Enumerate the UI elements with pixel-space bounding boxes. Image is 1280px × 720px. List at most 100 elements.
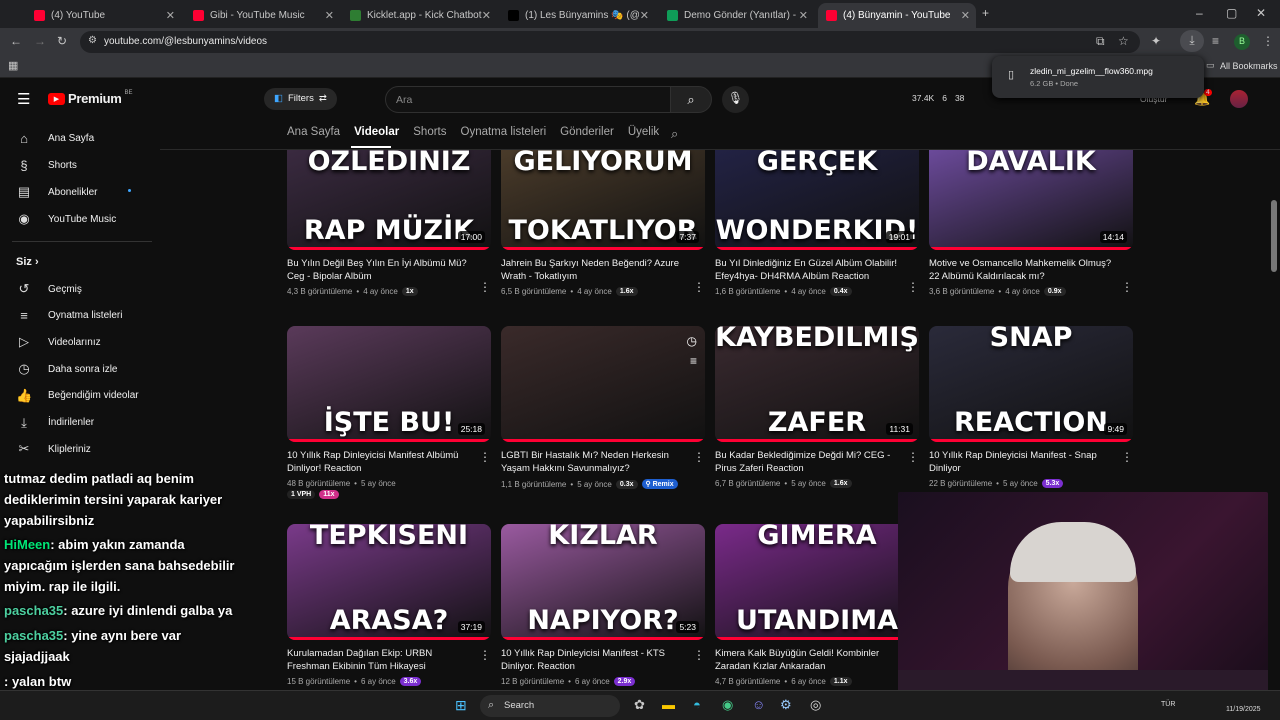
chrome-icon[interactable]: ◉ (722, 697, 733, 713)
tab-close-icon[interactable]: ✕ (166, 9, 175, 22)
discord-icon[interactable]: ☺ (752, 697, 765, 712)
browser-tab[interactable]: (4) Bünyamin - YouTube ✕ (818, 3, 976, 28)
sidebar-item[interactable]: ◷ Daha sonra izle (16, 361, 117, 377)
tab-close-icon[interactable]: ✕ (482, 9, 491, 22)
video-card[interactable]: GELİYORUM TOKATLIYOR 7:37 Jahrein Bu Şar… (501, 150, 705, 296)
site-info-icon[interactable]: ⚙ (88, 35, 97, 46)
channel-tab[interactable]: Ana Sayfa (287, 126, 340, 144)
video-thumbnail[interactable]: İŞTE BU! 25:18 (287, 326, 491, 442)
file-explorer-icon[interactable]: ▬ (662, 697, 675, 712)
minimize-icon[interactable]: – (1196, 6, 1203, 20)
steam-icon[interactable]: ⚙ (780, 697, 792, 713)
browser-tab[interactable]: (4) YouTube ✕ (26, 3, 181, 28)
more-actions-icon[interactable]: ⋮ (1121, 450, 1133, 464)
channel-tab[interactable]: Videolar (354, 126, 399, 144)
video-card[interactable]: SNAP REACTION 9:49 10 Yıllık Rap Dinleyi… (929, 326, 1133, 488)
video-thumbnail[interactable]: GİMERA UTANDIMA ◷≡ (715, 524, 919, 640)
channel-tab[interactable]: Üyelik (628, 126, 659, 144)
video-title[interactable]: 10 Yıllık Rap Dinleyicisi Manifest - Sna… (929, 449, 1115, 476)
channel-search-icon[interactable]: ⌕ (671, 126, 678, 142)
browser-tab[interactable]: Demo Gönder (Yanıtlar) - Goog✕ (659, 3, 814, 28)
taskbar-search[interactable]: ⌕ Search (480, 695, 620, 717)
apps-icon[interactable]: ▦ (8, 59, 18, 72)
search-icon[interactable]: ⌕ (670, 86, 712, 113)
filters-button[interactable]: ◧ Filters ⇄ (264, 88, 337, 110)
sidebar-item[interactable]: ⌂ Ana Sayfa (16, 131, 94, 146)
video-thumbnail[interactable]: DAVALIK 14:14 (929, 150, 1133, 250)
browser-tab[interactable]: Kicklet.app - Kick Chatbot and✕ (342, 3, 497, 28)
tab-close-icon[interactable]: ✕ (325, 9, 334, 22)
video-thumbnail[interactable]: ÖZLEDİNİZ RAP MÜZİK 17:00 (287, 150, 491, 250)
sidebar-item[interactable]: 👍 Beğendiğim videolar (16, 388, 139, 404)
sidebar-item[interactable]: ▤ Abonelikler (16, 184, 98, 200)
reload-icon[interactable]: ↻ (57, 34, 67, 48)
video-title[interactable]: Motive ve Osmancello Mahkemelik Olmuş? 2… (929, 257, 1115, 284)
video-thumbnail[interactable]: GELİYORUM TOKATLIYOR 7:37 (501, 150, 705, 250)
channel-tab[interactable]: Shorts (413, 126, 446, 144)
video-card[interactable]: İŞTE BU! 25:18 10 Yıllık Rap Dinleyicisi… (287, 326, 491, 499)
more-actions-icon[interactable]: ⋮ (479, 648, 491, 662)
video-card[interactable]: ◷ ≡ LGBTI Bir Hastalık Mı? Neden Herkesin… (501, 326, 705, 489)
install-icon[interactable]: ⧉ (1096, 34, 1105, 49)
video-title[interactable]: Bu Yıl Dinlediğiniz En Güzel Albüm Olabi… (715, 257, 901, 284)
more-actions-icon[interactable]: ⋮ (907, 280, 919, 294)
video-card[interactable]: ÖZLEDİNİZ RAP MÜZİK 17:00 Bu Yılın Değil… (287, 150, 491, 296)
obs-icon[interactable]: ◎ (810, 697, 821, 713)
more-actions-icon[interactable]: ⋮ (693, 280, 705, 294)
start-icon[interactable]: ⊞ (455, 697, 467, 714)
sidebar-item[interactable]: § Shorts (16, 158, 77, 173)
media-icon[interactable]: ≡ (1212, 34, 1219, 48)
forward-icon[interactable]: → (34, 34, 46, 48)
sidebar-item[interactable]: ✂ Klipleriniz (16, 441, 91, 457)
video-card[interactable]: KIZLAR NAPIYOR? 5:23 10 Yıllık Rap Dinle… (501, 524, 705, 686)
sidebar-item[interactable]: ▷ Videolarınız (16, 334, 101, 350)
all-bookmarks[interactable]: All Bookmarks (1220, 61, 1278, 71)
youtube-logo[interactable]: ▶ Premium BE (48, 90, 133, 106)
video-card[interactable]: KAYBEDİLMİŞ ZAFER 11:31 Bu Kadar Bekledi… (715, 326, 919, 488)
tab-close-icon[interactable]: ✕ (961, 9, 970, 22)
menu-icon[interactable]: ⋮ (1262, 34, 1274, 48)
video-title[interactable]: Kurulamadan Dağılan Ekip: URBN Freshman … (287, 647, 473, 674)
video-thumbnail[interactable]: TEPKİSENİ ARASA? 37:19 (287, 524, 491, 640)
video-title[interactable]: 10 Yıllık Rap Dinleyicisi Manifest Albüm… (287, 449, 473, 476)
input-language[interactable]: TÜR (1161, 701, 1175, 708)
scrollbar-thumb[interactable] (1271, 200, 1277, 272)
back-icon[interactable]: ← (10, 34, 22, 48)
more-actions-icon[interactable]: ⋮ (693, 648, 705, 662)
you-section-title[interactable]: Siz › (16, 256, 39, 268)
hamburger-menu-icon[interactable]: ☰ (17, 90, 30, 108)
mic-icon[interactable]: 🎙 (722, 86, 749, 113)
video-card[interactable]: GİMERA UTANDIMA ◷≡ Kimera Kalk Büyüğün G… (715, 524, 919, 686)
remix-badge[interactable]: ⚲ Remix (641, 479, 678, 489)
video-title[interactable]: Bu Yılın Değil Beş Yılın En İyi Albümü M… (287, 257, 473, 284)
video-card[interactable]: DAVALIK 14:14 Motive ve Osmancello Mahke… (929, 150, 1133, 296)
download-bubble[interactable]: ▯ zledin_mi_gzelim__flow360.mpg 6.2 GB •… (992, 56, 1204, 98)
sidebar-item[interactable]: ≡ Oynatma listeleri (16, 308, 122, 323)
channel-tab[interactable]: Gönderiler (560, 126, 614, 144)
tab-close-icon[interactable]: ✕ (640, 9, 649, 22)
downloads-icon[interactable]: ⤓ (1180, 30, 1204, 52)
video-card[interactable]: TEPKİSENİ ARASA? 37:19 Kurulamadan Dağıl… (287, 524, 491, 686)
sidebar-item[interactable]: ↺ Geçmiş (16, 281, 82, 297)
video-title[interactable]: Kimera Kalk Büyüğün Geldi! Kombinler Zar… (715, 647, 901, 674)
video-title[interactable]: LGBTI Bir Hastalık Mı? Neden Herkesin Ya… (501, 449, 687, 476)
sidebar-item[interactable]: ⤓ İndirilenler (16, 415, 94, 431)
video-card[interactable]: GERÇEK WONDERKID! 19:01 Bu Yıl Dinlediği… (715, 150, 919, 296)
profile-avatar[interactable]: B (1234, 34, 1250, 50)
more-actions-icon[interactable]: ⋮ (907, 450, 919, 464)
video-title[interactable]: Jahrein Bu Şarkıyı Neden Beğendi? Azure … (501, 257, 687, 284)
video-thumbnail[interactable]: KAYBEDİLMİŞ ZAFER 11:31 (715, 326, 919, 442)
close-window-icon[interactable]: ✕ (1256, 6, 1266, 20)
video-thumbnail[interactable]: GERÇEK WONDERKID! 19:01 (715, 150, 919, 250)
video-title[interactable]: 10 Yıllık Rap Dinleyicisi Manifest - KTS… (501, 647, 687, 674)
url-field[interactable]: ⚙ youtube.com/@lesbunyamins/videos (80, 31, 1140, 53)
watch-later-icon[interactable]: ◷ (687, 334, 697, 348)
sidebar-item[interactable]: ◉ YouTube Music (16, 211, 116, 227)
search-input[interactable]: Ara (385, 86, 671, 113)
more-actions-icon[interactable]: ⋮ (1121, 280, 1133, 294)
new-tab-icon[interactable]: + (982, 6, 989, 20)
more-actions-icon[interactable]: ⋮ (693, 450, 705, 464)
maximize-icon[interactable]: ▢ (1226, 6, 1237, 20)
edge-icon[interactable]: ◓ (693, 697, 701, 712)
more-actions-icon[interactable]: ⋮ (479, 280, 491, 294)
